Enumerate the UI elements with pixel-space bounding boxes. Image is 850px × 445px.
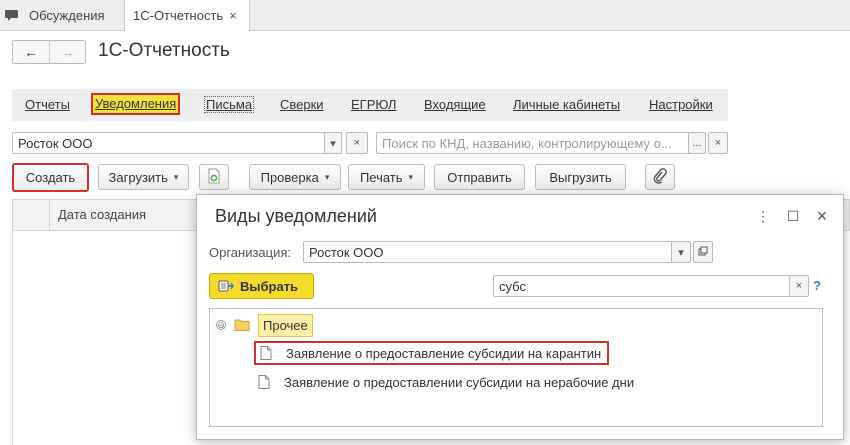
add-file-button[interactable] (199, 164, 229, 190)
select-button[interactable]: Выбрать (209, 273, 314, 299)
select-icon (218, 279, 234, 293)
folder-label: Прочее (258, 313, 313, 337)
search-more-button[interactable]: ... (688, 132, 706, 154)
open-icon (698, 246, 708, 259)
tab-reporting-label: 1С-Отчетность (133, 8, 224, 23)
print-button[interactable]: Печать ▾ (348, 164, 425, 190)
document-icon (258, 375, 270, 389)
check-button-label: Проверка (260, 169, 319, 185)
tab-discussions-label: Обсуждения (29, 8, 105, 23)
tab-close-icon[interactable]: × (229, 8, 237, 23)
chevron-down-icon: ▾ (330, 137, 336, 150)
clear-icon: × (795, 280, 803, 292)
send-button-label: Отправить (447, 169, 512, 185)
create-button[interactable]: Создать (12, 163, 89, 192)
more-icon: ... (692, 137, 702, 149)
organization-field[interactable]: Росток ООО (12, 132, 342, 154)
paperclip-icon (653, 167, 667, 187)
organization-label: Организация: (209, 245, 292, 260)
dialog-search-input[interactable]: субс (493, 275, 791, 297)
dialog-search-value: субс (499, 279, 526, 294)
collapse-icon[interactable]: ⊖ (216, 320, 226, 330)
notification-types-tree: ⊖ Прочее Заявление о предоставление субс… (209, 308, 823, 427)
organization-clear-button[interactable]: × (346, 132, 368, 154)
export-button-label: Выгрузить (549, 169, 612, 185)
search-clear-button[interactable]: × (708, 132, 728, 154)
export-button[interactable]: Выгрузить (535, 164, 626, 190)
tree-item-nonworking-days-subsidy[interactable]: Заявление о предоставлении субсидии на н… (254, 370, 640, 394)
clear-icon: × (714, 137, 722, 149)
page-title: 1С-Отчетность (98, 40, 230, 61)
forward-button[interactable]: → (48, 41, 85, 63)
nav-buttons: ← → (12, 40, 86, 64)
print-button-label: Печать (359, 169, 403, 185)
menu-item-cabinets[interactable]: Личные кабинеты (513, 97, 620, 112)
dialog-title: Виды уведомлений (215, 206, 377, 226)
chat-icon (4, 7, 21, 24)
tree-folder-other[interactable]: ⊖ Прочее (216, 313, 313, 337)
menu-item-settings[interactable]: Настройки (649, 97, 713, 112)
clear-icon: × (353, 137, 361, 149)
chevron-down-icon: ▾ (678, 246, 684, 259)
tree-item-label: Заявление о предоставление субсидии на к… (286, 345, 602, 361)
check-button[interactable]: Проверка ▾ (249, 164, 341, 190)
help-icon[interactable]: ? (813, 278, 821, 293)
search-input[interactable]: Поиск по КНД, названию, контролирующему … (376, 132, 706, 154)
organization-value: Росток ООО (18, 136, 93, 151)
menu-item-incoming[interactable]: Входящие (424, 97, 486, 112)
maximize-icon[interactable]: ☐ (784, 207, 802, 225)
column-created-date[interactable]: Дата создания (58, 207, 146, 222)
menu-item-egrul[interactable]: ЕГРЮЛ (351, 97, 396, 112)
upload-button[interactable]: Загрузить ▾ (98, 164, 189, 190)
tab-strip: Обсуждения 1С-Отчетность × (0, 0, 850, 31)
arrow-right-icon: → (60, 44, 75, 60)
tree-item-quarantine-subsidy[interactable]: Заявление о предоставление субсидии на к… (254, 341, 610, 365)
create-button-label: Создать (25, 170, 76, 185)
attach-button[interactable] (645, 164, 675, 190)
table-header-marker (13, 200, 50, 230)
folder-icon (234, 319, 250, 331)
tab-discussions[interactable]: Обсуждения (0, 0, 105, 31)
add-file-icon (207, 168, 221, 187)
dialog-search-clear-button[interactable]: × (789, 275, 809, 297)
back-button[interactable]: ← (13, 41, 49, 63)
tree-item-label: Заявление о предоставлении субсидии на н… (284, 374, 635, 390)
menu-item-reconciliations[interactable]: Сверки (280, 97, 324, 112)
close-icon[interactable]: × (813, 206, 831, 226)
dialog-menu-icon[interactable]: ⋮ (754, 207, 772, 225)
dialog-organization-field[interactable]: Росток ООО (303, 241, 691, 263)
menu-item-letters[interactable]: Письма (204, 96, 255, 113)
organization-dropdown-button[interactable]: ▾ (324, 132, 342, 154)
menu-item-reports[interactable]: Отчеты (25, 97, 70, 112)
chevron-down-icon: ▾ (324, 171, 330, 182)
dialog-organization-dropdown[interactable]: ▾ (671, 241, 691, 263)
search-placeholder: Поиск по КНД, названию, контролирующему … (382, 136, 672, 151)
arrow-left-icon: ← (23, 44, 38, 60)
tab-reporting[interactable]: 1С-Отчетность × (124, 0, 250, 31)
select-button-label: Выбрать (240, 278, 299, 294)
open-organization-button[interactable] (693, 241, 713, 263)
document-icon (260, 346, 272, 360)
menu-item-notifications[interactable]: Уведомления (91, 93, 181, 115)
chevron-down-icon: ▾ (173, 171, 179, 182)
send-button[interactable]: Отправить (434, 164, 525, 190)
dialog-organization-value: Росток ООО (309, 245, 384, 260)
notification-types-dialog: Виды уведомлений ⋮ ☐ × Организация: Рост… (196, 194, 844, 440)
chevron-down-icon: ▾ (408, 171, 414, 182)
section-menu: Отчеты Уведомления Письма Сверки ЕГРЮЛ В… (12, 89, 728, 121)
upload-button-label: Загрузить (108, 169, 168, 185)
